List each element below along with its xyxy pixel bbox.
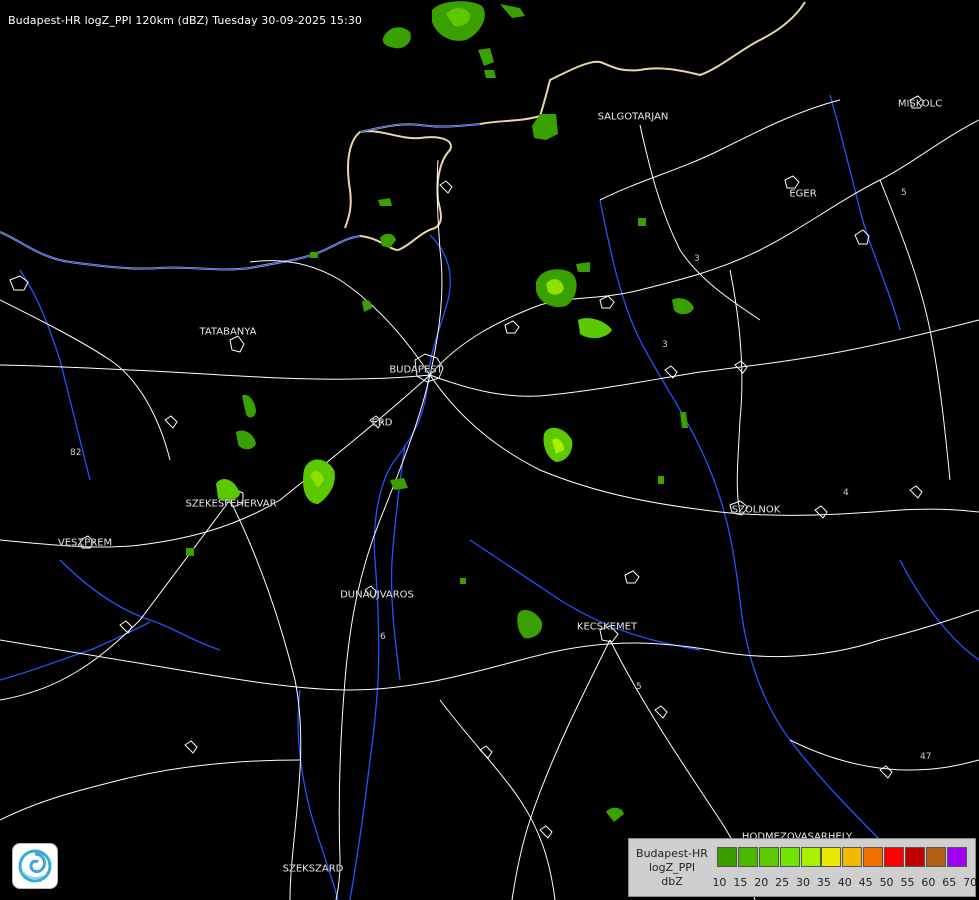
radar-map-canvas <box>0 1 979 900</box>
legend-color-swatches <box>717 847 968 867</box>
radar-title: Budapest-HR logZ_PPI 120km (dBZ) Tuesday… <box>8 14 363 27</box>
road-number: 4 <box>843 488 849 498</box>
city-label-kecskemet: KECSKEMET <box>576 621 638 633</box>
legend-tick-label: 25 <box>775 876 790 889</box>
legend-tick-label: 45 <box>858 876 873 889</box>
city-label-szekesfehervar: SZEKESFEHERVAR <box>185 498 277 510</box>
city-label-veszprem: VESZPREM <box>57 537 113 549</box>
legend-swatch <box>946 847 967 867</box>
legend-swatch <box>717 847 737 867</box>
radar-map-view: Budapest-HR logZ_PPI 120km (dBZ) Tuesday… <box>0 0 979 900</box>
road-number: 47 <box>920 752 932 762</box>
legend-swatch <box>758 847 779 867</box>
legend-tick-label: 65 <box>942 876 957 889</box>
legend-tick-label: 40 <box>837 876 852 889</box>
legend-swatch <box>779 847 800 867</box>
city-label-szolnok: SZOLNOK <box>731 504 781 516</box>
legend-line-3: dbZ <box>661 875 683 888</box>
legend-ticks: 10 15 20 25 30 35 40 45 50 55 60 65 70 <box>709 876 979 889</box>
legend-tick-label: 50 <box>879 876 894 889</box>
city-label-tatabanya: TATABANYA <box>199 326 257 338</box>
radar-echoes <box>186 1 694 822</box>
road-number: 5 <box>636 682 642 692</box>
city-label-budapest: BUDAPEST <box>389 364 443 376</box>
road-number: 3 <box>694 254 700 264</box>
city-label-szekszard: SZEKSZARD <box>282 863 344 875</box>
legend-tick-label: 15 <box>733 876 748 889</box>
city-label-eger: EGER <box>789 188 817 200</box>
weather-service-logo <box>12 843 58 889</box>
legend-swatch <box>821 847 842 867</box>
swirl-icon <box>18 849 52 883</box>
city-label-miskolc: MISKOLC <box>897 98 943 110</box>
legend-tick-label: 60 <box>921 876 936 889</box>
legend-tick-label: 55 <box>900 876 915 889</box>
road-number: 3 <box>662 340 668 350</box>
legend-swatch <box>842 847 863 867</box>
legend-swatch <box>905 847 926 867</box>
legend-tick-label: 20 <box>754 876 769 889</box>
legend-swatch <box>884 847 905 867</box>
legend-swatch <box>863 847 884 867</box>
roads <box>0 99 979 900</box>
city-label-salgotarjan: SALGOTARJAN <box>597 111 669 123</box>
legend-line-2: logZ_PPI <box>648 861 696 874</box>
legend-line-1: Budapest-HR <box>636 847 708 860</box>
road-number: 82 <box>70 448 82 458</box>
legend-tick-label: 70 <box>963 876 978 889</box>
rivers <box>0 94 979 900</box>
legend-label: Budapest-HR logZ_PPI dbZ <box>629 847 715 889</box>
legend-tick-label: 35 <box>816 876 831 889</box>
legend-swatch <box>925 847 946 867</box>
city-label-erd: ERD <box>371 417 393 429</box>
legend-swatch <box>737 847 758 867</box>
dbz-legend: Budapest-HR logZ_PPI dbZ 10 15 20 25 30 35 40 4… <box>628 838 979 897</box>
legend-tick-label: 10 <box>712 876 727 889</box>
legend-swatch <box>800 847 821 867</box>
town-outlines <box>9 95 925 839</box>
road-number: 6 <box>380 632 386 642</box>
city-label-dunaujvaros: DUNAUJVAROS <box>340 589 414 601</box>
road-number: 5 <box>901 188 907 198</box>
legend-tick-label: 30 <box>796 876 810 889</box>
